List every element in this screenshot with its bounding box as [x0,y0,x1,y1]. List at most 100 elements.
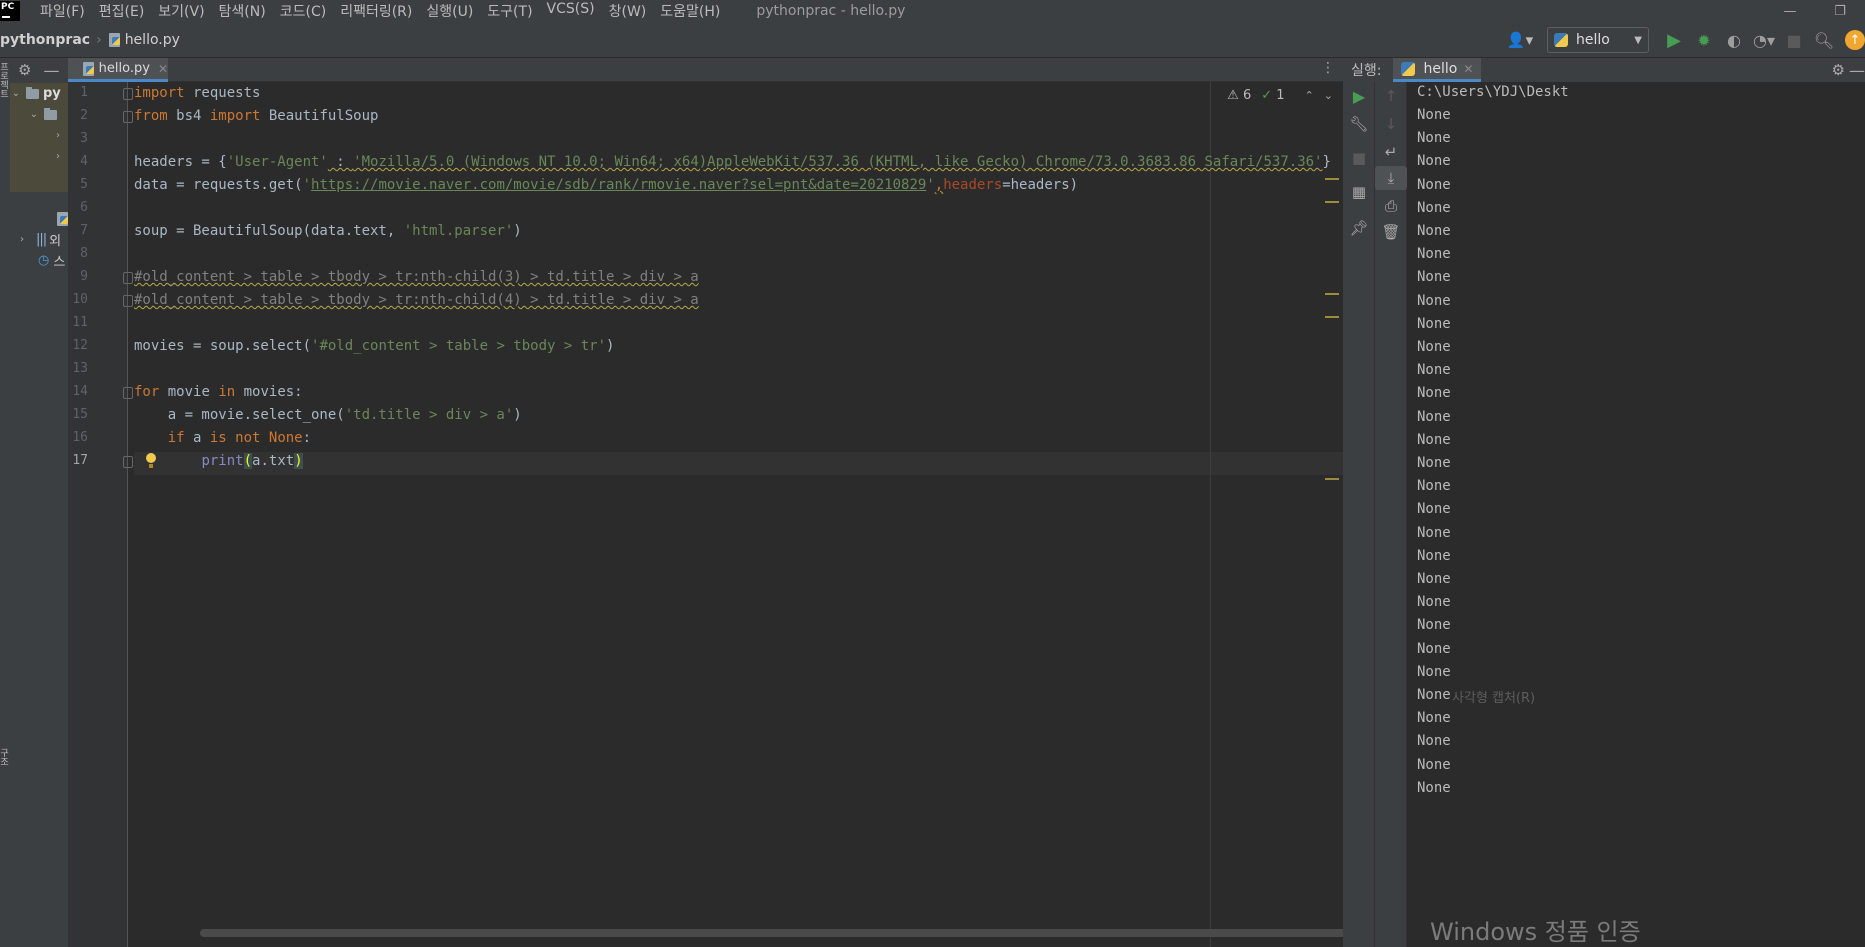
soft-wrap-icon[interactable]: ↵ [1375,140,1407,164]
arrow-down-icon[interactable]: ↓ [1375,112,1407,136]
chevron-up-icon[interactable]: ⌃ [1305,89,1314,102]
warning-count[interactable]: ⚠ 6 [1227,88,1251,103]
line-number: 4 [80,154,88,169]
breadcrumb-project[interactable]: pythonprac [0,32,90,48]
search-icon[interactable]: 🔍︎ [1809,25,1839,55]
code-line: if a is not None: [167,430,312,446]
typo-count[interactable]: ✓ 1 [1261,88,1284,103]
menu-bar: PC 파일(F) 편집(E) 보기(V) 탐색(N) 코드(C) 리팩터링(R) 실행(U)… [0,0,1865,22]
update-icon[interactable]: ↑ [1845,30,1865,50]
console-output-line: None [1417,362,1451,379]
line-number: 10 [72,292,88,307]
scratches-icon: ◷ [38,253,50,268]
console-output-line: None [1417,107,1451,123]
structure-tool-window-label[interactable]: 구조 [0,748,10,766]
minimize-icon[interactable]: — [1849,61,1865,80]
window-controls: — ❐ [1765,0,1865,22]
fold-marker-icon[interactable] [123,272,133,284]
breadcrumb-file[interactable]: hello.py [108,32,180,48]
error-stripe-mark[interactable] [1325,316,1339,318]
libraries-icon: ||| [36,232,47,247]
run-toolbar-primary: ▶ 🔧︎ ■ ▦ 📌︎ [1343,82,1375,947]
tree-scratches-row[interactable]: ◷ 스 [10,250,68,271]
console-output-line: None [1417,455,1451,471]
tree-subfolder-row[interactable]: › [10,125,68,146]
gear-icon[interactable]: ⚙ [1832,61,1845,79]
trash-icon[interactable]: 🗑︎ [1375,220,1407,244]
project-tool-window-label[interactable]: 프로젝트 [0,62,10,98]
tab-hello-py[interactable]: hello.py ✕ [68,58,168,82]
python-file-icon [56,211,68,227]
tree-subfolder-row[interactable]: › [10,146,68,167]
run-configuration-select[interactable]: hello ▼ [1547,27,1649,53]
code-line-comment: #old_content > table > tbody > tr:nth-ch… [134,292,699,308]
fold-marker-icon[interactable] [123,387,133,399]
tree-libraries-label: 외 [49,234,62,249]
menu-item[interactable]: 코드(C) [280,1,326,21]
code-line-comment: #old_content > table > tbody > tr:nth-ch… [134,269,699,285]
inspection-widget[interactable]: ⚠ 6 ✓ 1 ⌃ ⌄ [1227,88,1333,103]
error-stripe-mark[interactable] [1325,293,1339,295]
run-panel-title: 실행: [1351,63,1382,79]
tree-root-row[interactable]: ⌄ py [10,83,68,104]
chevron-right-icon: › [56,130,60,141]
console-output-line: None [1417,408,1451,425]
fold-marker-icon[interactable] [123,456,133,468]
minimize-icon[interactable]: — [43,61,59,80]
tab-run-hello[interactable]: hello ✕ [1393,58,1482,82]
stop-icon[interactable]: ■ [1343,146,1375,170]
window-title: pythonprac - hello.py [756,3,906,19]
chevron-down-icon: ⌄ [29,109,39,120]
error-stripe-mark[interactable] [1325,478,1339,480]
print-icon[interactable]: ⎙ [1375,194,1407,218]
gear-icon[interactable]: ⚙ [18,61,31,79]
fold-marker-icon[interactable] [123,295,133,307]
error-stripe-mark[interactable] [1325,201,1339,203]
lightbulb-icon[interactable] [144,453,158,471]
more-vertical-icon[interactable]: ⋮ [1321,60,1335,76]
editor-tab-bar: hello.py ✕ ⋮ [68,58,1343,82]
menu-item[interactable]: 탐색(N) [219,1,266,21]
menu-item[interactable]: 파일(F) [40,1,85,21]
debug-icon[interactable]: ✹ [1689,25,1719,55]
menu-item[interactable]: 창(W) [609,1,647,21]
menu-item[interactable]: 도움말(H) [660,1,720,21]
restore-window-button[interactable]: ❐ [1815,0,1865,22]
console-output-line: None [1417,385,1451,402]
fold-marker-icon[interactable] [123,111,133,123]
menu-item[interactable]: VCS(S) [547,1,595,21]
run-icon[interactable]: ▶ [1659,25,1689,55]
pin-icon[interactable]: 📌︎ [1343,216,1375,240]
menu-item[interactable]: 리팩터링(R) [340,1,412,21]
right-margin-guide [1210,82,1211,947]
tree-file-row[interactable] [10,208,68,229]
horizontal-scrollbar[interactable] [200,929,1343,937]
code-line: data = requests.get('https://movie.naver… [134,177,1079,193]
minimize-window-button[interactable]: — [1765,0,1815,22]
run-console-output[interactable]: C:\Users\YDJ\Deskt None None None None None N… [1407,82,1865,947]
error-stripe-mark[interactable] [1325,178,1339,180]
user-icon[interactable]: 👤▾ [1505,28,1535,52]
coverage-icon[interactable]: ◐ [1719,25,1749,55]
menu-item[interactable]: 실행(U) [426,1,473,21]
close-icon[interactable]: ✕ [158,62,168,76]
scroll-to-end-icon[interactable]: ⤓ [1375,166,1407,190]
stop-icon[interactable]: ■ [1779,25,1809,55]
code-area[interactable]: import requests from bs4 import Beautifu… [134,82,1343,947]
arrow-up-icon[interactable]: ↑ [1375,84,1407,108]
console-output-line: None [1417,246,1451,263]
menu-item[interactable]: 도구(T) [487,1,532,21]
chevron-down-icon[interactable]: ⌄ [1324,89,1333,102]
code-editor[interactable]: 1 2 3 4 5 6 7 8 9 10 11 12 13 14 15 16 17 import request… [68,82,1343,947]
wrench-icon[interactable]: 🔧︎ [1343,112,1375,136]
rerun-icon[interactable]: ▶ [1343,84,1375,108]
tree-folder-row[interactable]: ⌄ [10,104,68,125]
menu-item[interactable]: 편집(E) [99,1,145,21]
layout-icon[interactable]: ▦ [1343,180,1375,204]
menu-item[interactable]: 보기(V) [158,1,204,21]
profile-icon[interactable]: ◔▾ [1749,25,1779,55]
fold-marker-icon[interactable] [123,88,133,100]
console-output-line: None [1417,640,1451,657]
close-icon[interactable]: ✕ [1463,62,1473,76]
tree-external-libraries-row[interactable]: › ||| 외 [10,229,68,250]
